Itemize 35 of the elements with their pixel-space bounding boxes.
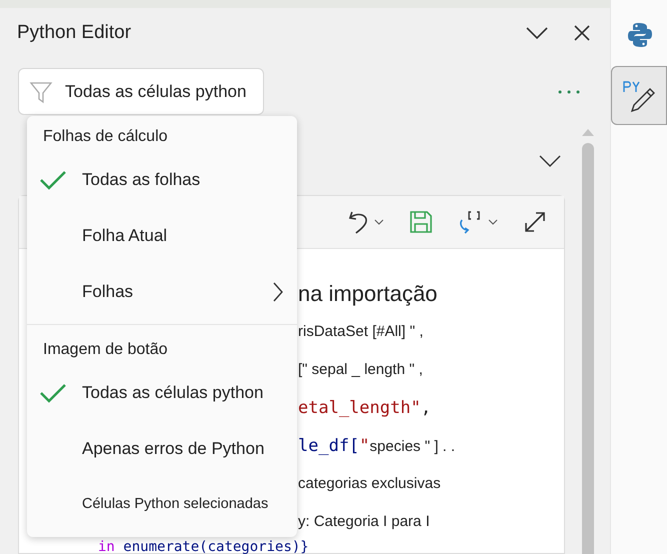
filter-icon: [29, 80, 53, 104]
chevron-down-icon[interactable]: [526, 27, 548, 39]
save-icon[interactable]: [410, 211, 432, 233]
more-options-icon[interactable]: [558, 90, 580, 94]
filter-dropdown[interactable]: Todas as células python: [18, 68, 264, 115]
code-line: [" sepal _ length " ,: [298, 360, 424, 380]
scrollbar-thumb[interactable]: [582, 143, 594, 554]
menu-section-heading: Imagem de botão: [42, 340, 169, 360]
menu-item[interactable]: Folhas: [27, 264, 297, 320]
checkmark-icon: [39, 169, 67, 191]
close-icon[interactable]: [574, 25, 590, 41]
panel-title: Python Editor: [17, 20, 132, 45]
code-line: in enumerate(categories)}: [98, 539, 309, 554]
undo-icon: [348, 210, 370, 234]
expand-icon[interactable]: [524, 211, 546, 233]
code-line: etal_length",: [298, 397, 432, 420]
checkmark-icon: [39, 382, 67, 404]
python-editor-button[interactable]: [611, 66, 667, 125]
caret-icon: [488, 219, 498, 225]
menu-section-heading: Folhas de cálculo: [42, 127, 169, 147]
code-line: risDataSet [#All] " ,: [298, 322, 424, 342]
menu-item[interactable]: Folha Atual: [27, 208, 297, 264]
menu-item[interactable]: Células Python selecionadas: [27, 477, 297, 533]
menu-item[interactable]: Apenas erros de Python: [27, 421, 297, 477]
python-logo-icon[interactable]: [627, 22, 653, 48]
code-heading: na importação: [298, 280, 438, 308]
caret-icon: [374, 219, 384, 225]
code-line: le_df["species " ] . .: [298, 435, 456, 458]
refresh-button[interactable]: [458, 210, 498, 234]
py-pencil-icon: [622, 78, 656, 112]
menu-item[interactable]: Todas as folhas: [27, 152, 297, 208]
code-line: categorias exclusivas: [298, 474, 442, 494]
undo-button[interactable]: [348, 210, 384, 234]
chevron-down-icon[interactable]: [539, 155, 561, 167]
menu-item[interactable]: Todas as células python: [27, 365, 297, 421]
